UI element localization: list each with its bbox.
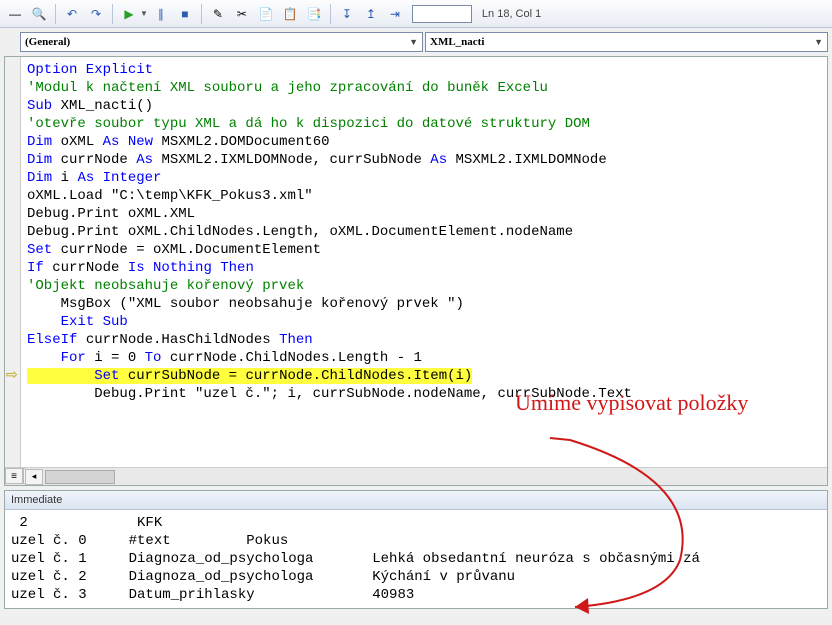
code-editor: ⇨ Option Explicit'Modul k načtení XML so…: [4, 56, 828, 486]
immediate-title: Immediate: [5, 491, 827, 510]
step-out-icon[interactable]: ⇥: [384, 3, 406, 25]
code-line: Option Explicit: [27, 61, 827, 79]
chevron-down-icon: ▼: [409, 37, 418, 47]
code-text-area[interactable]: Option Explicit'Modul k načtení XML soub…: [21, 57, 827, 485]
edit-tool-5-icon[interactable]: 📑: [303, 3, 325, 25]
run-icon[interactable]: ▶: [118, 3, 140, 25]
object-selector[interactable]: (General)▼: [20, 32, 423, 52]
full-module-view-icon[interactable]: ≡: [5, 468, 23, 484]
code-line: Set currNode = oXML.DocumentElement: [27, 241, 827, 259]
scroll-left-icon[interactable]: ◂: [25, 469, 43, 485]
stop-icon[interactable]: ■: [174, 3, 196, 25]
immediate-window: Immediate 2 KFK uzel č. 0 #text Pokus uz…: [4, 490, 828, 609]
code-line: Dim oXML As New MSXML2.DOMDocument60: [27, 133, 827, 151]
code-line: Debug.Print oXML.XML: [27, 205, 827, 223]
object-proc-selectors: (General)▼ XML_nacti▼: [0, 28, 832, 56]
edit-tool-1-icon[interactable]: ✎: [207, 3, 229, 25]
edit-tool-4-icon[interactable]: 📋: [279, 3, 301, 25]
redo-icon[interactable]: ↷: [85, 3, 107, 25]
break-line-input[interactable]: [412, 5, 472, 23]
code-line: Set currSubNode = currNode.ChildNodes.It…: [27, 367, 827, 385]
immediate-content[interactable]: 2 KFK uzel č. 0 #text Pokus uzel č. 1 Di…: [5, 510, 827, 608]
code-line: For i = 0 To currNode.ChildNodes.Length …: [27, 349, 827, 367]
code-line: Exit Sub: [27, 313, 827, 331]
edit-tool-2-icon[interactable]: ✂: [231, 3, 253, 25]
edit-tool-3-icon[interactable]: 📄: [255, 3, 277, 25]
run-dropdown-icon[interactable]: ▼: [140, 9, 148, 18]
chevron-down-icon: ▼: [814, 37, 823, 47]
code-line: 'otevře soubor typu XML a dá ho k dispoz…: [27, 115, 827, 133]
execution-pointer-icon: ⇨: [6, 367, 20, 381]
code-line: Dim i As Integer: [27, 169, 827, 187]
code-line: Debug.Print oXML.ChildNodes.Length, oXML…: [27, 223, 827, 241]
tool-dash-icon[interactable]: —: [4, 3, 26, 25]
find-icon[interactable]: 🔍: [28, 3, 50, 25]
code-line: MsgBox ("XML soubor neobsahuje kořenový …: [27, 295, 827, 313]
gutter[interactable]: ⇨: [5, 57, 21, 485]
procedure-selector[interactable]: XML_nacti▼: [425, 32, 828, 52]
cursor-position: Ln 18, Col 1: [482, 8, 541, 20]
step-over-icon[interactable]: ↥: [360, 3, 382, 25]
code-line: If currNode Is Nothing Then: [27, 259, 827, 277]
code-line: ElseIf currNode.HasChildNodes Then: [27, 331, 827, 349]
step-into-icon[interactable]: ↧: [336, 3, 358, 25]
scrollbar-thumb[interactable]: [45, 470, 115, 484]
pause-icon[interactable]: ∥: [150, 3, 172, 25]
toolbar: — 🔍 ↶ ↷ ▶ ▼ ∥ ■ ✎ ✂ 📄 📋 📑 ↧ ↥ ⇥ Ln 18, C…: [0, 0, 832, 28]
code-line: 'Objekt neobsahuje kořenový prvek: [27, 277, 827, 295]
code-line: Dim currNode As MSXML2.IXMLDOMNode, curr…: [27, 151, 827, 169]
code-line: oXML.Load "C:\temp\KFK_Pokus3.xml": [27, 187, 827, 205]
code-line: Debug.Print "uzel č."; i, currSubNode.no…: [27, 385, 827, 403]
undo-icon[interactable]: ↶: [61, 3, 83, 25]
code-line: 'Modul k načtení XML souboru a jeho zpra…: [27, 79, 827, 97]
code-line: Sub XML_nacti(): [27, 97, 827, 115]
horizontal-scrollbar[interactable]: ◂: [25, 467, 827, 485]
